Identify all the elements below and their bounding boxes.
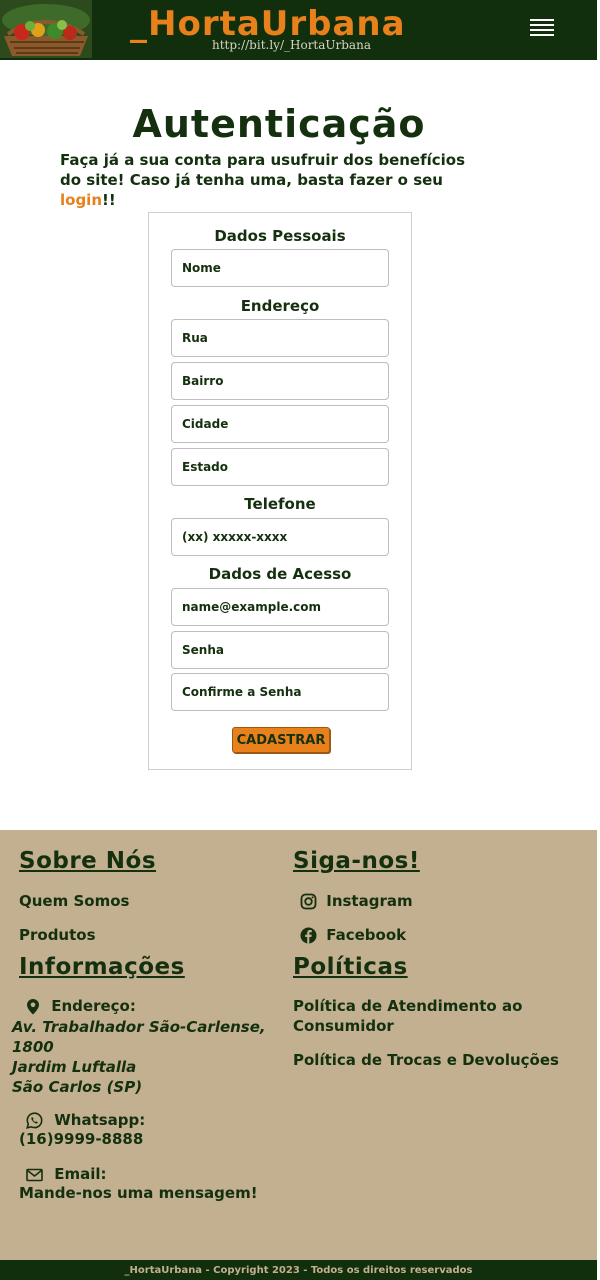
copyright-bar: _HortaUrbana - Copyright 2023 - Todos os…: [0, 1260, 597, 1280]
footer: Sobre Nós Quem Somos Produtos Siga-nos! …: [0, 830, 597, 1260]
email-message-link[interactable]: Mande-nos uma mensagem!: [19, 1184, 258, 1202]
info-heading: Informações: [19, 954, 185, 980]
whatsapp-icon: [26, 1112, 43, 1129]
personal-data-label: Dados Pessoais: [214, 227, 346, 245]
instagram-label: Instagram: [326, 892, 413, 910]
name-field[interactable]: [171, 249, 389, 287]
address-label: Endereço: [240, 297, 320, 315]
menu-line: [530, 19, 554, 21]
page-title: Autenticação: [132, 102, 426, 146]
brand-url: http://bit.ly/_HortaUrbana: [212, 38, 371, 52]
menu-line: [530, 29, 554, 31]
about-heading: Sobre Nós: [19, 848, 157, 874]
confirm-password-field[interactable]: [171, 673, 389, 711]
address-row: Endereço:: [26, 996, 136, 1016]
menu-line: [530, 24, 554, 26]
email-field[interactable]: [171, 588, 389, 626]
intro-text-body: Faça já a sua conta para usufruir dos be…: [60, 151, 466, 189]
address-line-1: Av. Trabalhador São-Carlense,: [12, 1018, 266, 1036]
menu-line: [530, 34, 554, 36]
register-button[interactable]: CADASTRAR: [232, 727, 330, 753]
policy-link-returns[interactable]: Política de Trocas e Devoluções: [293, 1050, 573, 1070]
phone-field[interactable]: [171, 518, 389, 556]
registration-form: Dados Pessoais Endereço Telefone Dados d…: [148, 212, 412, 770]
access-data-label: Dados de Acesso: [208, 565, 352, 583]
neighborhood-field[interactable]: [171, 362, 389, 400]
whatsapp-label: Whatsapp:: [54, 1111, 146, 1129]
address-line-3: Jardim Luftalla: [12, 1058, 137, 1076]
login-link[interactable]: login: [60, 191, 102, 209]
instagram-link[interactable]: Instagram: [300, 892, 413, 910]
policies-heading: Políticas: [293, 954, 408, 980]
policy-link-customer-service[interactable]: Política de Atendimento ao Consumidor: [293, 996, 553, 1036]
instagram-icon: [300, 893, 317, 910]
email-label: Email:: [54, 1165, 107, 1183]
intro-text-end: !!: [102, 191, 116, 209]
address-label: Endereço:: [51, 997, 136, 1015]
map-pin-icon: [27, 999, 39, 1015]
whatsapp-row: Whatsapp:: [26, 1110, 145, 1130]
top-navbar: _HortaUrbana http://bit.ly/_HortaUrbana: [0, 0, 597, 60]
facebook-label: Facebook: [326, 926, 407, 944]
facebook-icon: [300, 927, 317, 944]
intro-text: Faça já a sua conta para usufruir dos be…: [60, 150, 490, 210]
password-field[interactable]: [171, 631, 389, 669]
whatsapp-number[interactable]: (16)9999-8888: [19, 1130, 143, 1148]
address-line-2: 1800: [12, 1038, 54, 1056]
city-field[interactable]: [171, 405, 389, 443]
street-field[interactable]: [171, 319, 389, 357]
facebook-link[interactable]: Facebook: [300, 926, 406, 944]
email-row: Email:: [26, 1164, 107, 1184]
vegetable-basket-logo[interactable]: [0, 0, 92, 58]
hamburger-icon[interactable]: [530, 19, 554, 37]
about-link-products[interactable]: Produtos: [19, 926, 96, 944]
address-line-4: São Carlos (SP): [12, 1078, 143, 1096]
state-field[interactable]: [171, 448, 389, 486]
phone-label: Telefone: [244, 495, 316, 513]
about-link-who-we-are[interactable]: Quem Somos: [19, 892, 129, 910]
envelope-icon: [26, 1168, 43, 1181]
follow-heading: Siga-nos!: [293, 848, 420, 874]
